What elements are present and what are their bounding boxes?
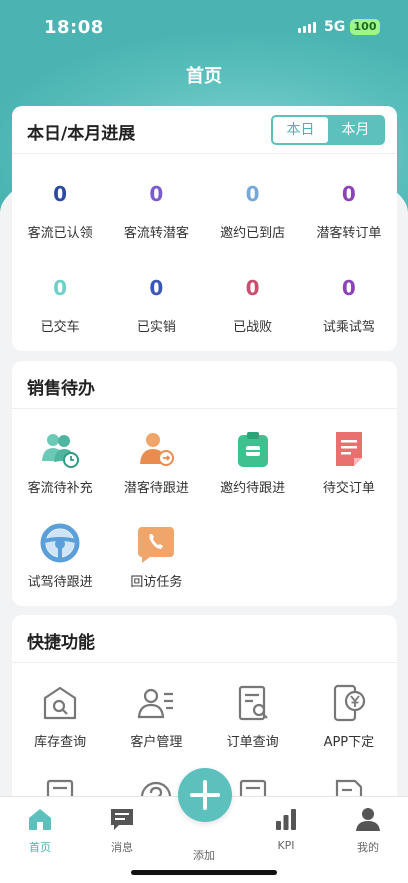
clipboard-icon (233, 429, 273, 469)
todo-label: 待交订单 (322, 481, 375, 496)
status-time: 18:08 (44, 17, 104, 38)
stat-label: 客流已认领 (27, 226, 93, 241)
stat-value: 0 (341, 276, 356, 300)
home-indicator (131, 870, 277, 875)
app-yen-icon (329, 683, 369, 723)
stat-passenger-to-prospect[interactable]: 0 客流转潜客 (108, 180, 204, 274)
battery-icon: 100 (350, 19, 380, 35)
quick-stock-query[interactable]: 库存查询 (12, 683, 108, 775)
people-clock-icon (40, 429, 80, 469)
stat-label: 邀约已到店 (220, 226, 286, 241)
toggle-month[interactable]: 本月 (328, 117, 383, 143)
status-bar: 18:08 5G 100 (0, 0, 408, 54)
stat-actual-sales[interactable]: 0 已实销 (108, 274, 204, 354)
todo-passenger-supplement[interactable]: 客流待补充 (12, 429, 108, 523)
tab-add[interactable]: 添加 (174, 843, 234, 863)
quick-label: 客户管理 (130, 735, 183, 750)
stat-test-drive[interactable]: 0 试乘试驾 (301, 274, 397, 354)
stat-label: 已战败 (233, 320, 273, 335)
tab-label: 添加 (193, 849, 215, 862)
todo-label: 邀约待跟进 (220, 481, 286, 496)
sales-todo-title: 销售待办 (27, 379, 95, 399)
todo-label: 回访任务 (130, 575, 183, 590)
quick-label: 库存查询 (34, 735, 87, 750)
network-type: 5G (324, 19, 346, 35)
sales-todo-header: 销售待办 (12, 361, 397, 409)
person-arrow-icon (136, 429, 176, 469)
tab-messages[interactable]: 消息 (92, 807, 152, 855)
home-icon (29, 809, 51, 830)
todo-invite-followup[interactable]: 邀约待跟进 (205, 429, 301, 523)
todo-test-drive-followup[interactable]: 试驾待跟进 (12, 523, 108, 617)
stat-label: 已实销 (136, 320, 176, 335)
stat-value: 0 (341, 182, 356, 206)
tab-profile[interactable]: 我的 (338, 807, 398, 855)
toggle-day[interactable]: 本日 (273, 117, 328, 143)
quick-app-order[interactable]: APP下定 (301, 683, 397, 775)
tab-label: KPI (277, 839, 295, 852)
page-title: 首页 (186, 66, 222, 87)
tab-home[interactable]: 首页 (10, 807, 70, 855)
add-button[interactable] (178, 768, 232, 822)
todo-revisit-task[interactable]: 回访任务 (108, 523, 204, 617)
todo-label: 试驾待跟进 (27, 575, 93, 590)
progress-card: 本日/本月进展 本日 本月 0 客流已认领 0 客流转潜客 0 邀约已到店 0 … (12, 106, 397, 351)
warehouse-search-icon (40, 683, 80, 723)
steering-wheel-icon (40, 523, 80, 563)
phone-icon (136, 523, 176, 563)
quick-label: 订单查询 (226, 735, 279, 750)
todo-pending-order[interactable]: 待交订单 (301, 429, 397, 523)
profile-icon (356, 808, 380, 831)
todo-prospect-followup[interactable]: 潜客待跟进 (108, 429, 204, 523)
stat-label: 客流转潜客 (123, 226, 189, 241)
tab-label: 消息 (111, 841, 133, 854)
stat-prospect-to-order[interactable]: 0 潜客转订单 (301, 180, 397, 274)
document-icon (329, 429, 369, 469)
stat-value: 0 (245, 276, 260, 300)
stat-value: 0 (149, 182, 164, 206)
order-search-icon (233, 683, 273, 723)
stat-value: 0 (245, 182, 260, 206)
quick-customer-management[interactable]: 客户管理 (108, 683, 204, 775)
quick-functions-header: 快捷功能 (12, 615, 397, 663)
stat-passenger-claimed[interactable]: 0 客流已认领 (12, 180, 108, 274)
stat-invited-arrived[interactable]: 0 邀约已到店 (205, 180, 301, 274)
progress-card-header: 本日/本月进展 本日 本月 (12, 106, 397, 154)
message-icon (111, 809, 133, 830)
stat-defeated[interactable]: 0 已战败 (205, 274, 301, 354)
todo-label: 客流待补充 (27, 481, 93, 496)
stat-label: 已交车 (40, 320, 80, 335)
signal-icon (298, 22, 316, 33)
stat-delivered[interactable]: 0 已交车 (12, 274, 108, 354)
quick-order-query[interactable]: 订单查询 (205, 683, 301, 775)
stat-value: 0 (149, 276, 164, 300)
tab-kpi[interactable]: KPI (256, 807, 316, 852)
customer-list-icon (136, 683, 176, 723)
todo-label: 潜客待跟进 (123, 481, 189, 496)
period-toggle: 本日 本月 (271, 115, 385, 145)
tab-label: 首页 (29, 841, 51, 854)
bar-chart-icon (276, 809, 296, 830)
quick-label: APP下定 (323, 735, 375, 750)
progress-title: 本日/本月进展 (27, 124, 136, 144)
stat-label: 潜客转订单 (316, 226, 382, 241)
stat-value: 0 (53, 276, 68, 300)
stat-label: 试乘试驾 (322, 320, 375, 335)
quick-functions-title: 快捷功能 (27, 633, 95, 653)
sales-todo-card: 销售待办 客流待补充 潜客待跟进 邀约待跟进 待交订单 试驾待跟进 回访任务 (12, 361, 397, 606)
tab-label: 我的 (357, 841, 379, 854)
stat-value: 0 (53, 182, 68, 206)
